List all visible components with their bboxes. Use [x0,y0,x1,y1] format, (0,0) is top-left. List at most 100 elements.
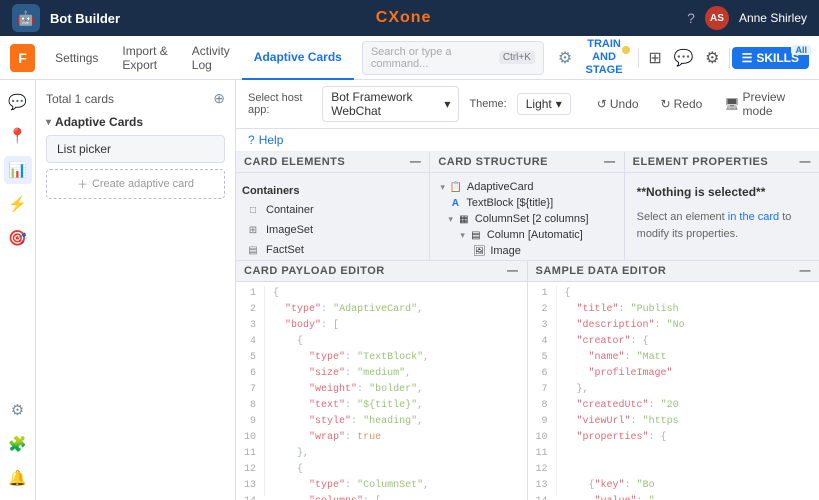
sidebar-puzzle-icon[interactable]: 🧩 [4,430,32,458]
bottom-editors: CARD PAYLOAD EDITOR — 12345 678910 11121… [236,260,819,500]
card-elements-body: Containers □ Container ⊞ ImageSet ▤ Fact… [236,173,429,260]
panel-total: Total 1 cards [46,92,114,106]
top-editors: CARD ELEMENTS — Containers □ Container ⊞… [236,152,819,260]
preview-mode-button[interactable]: 🖥 Preview mode [718,87,807,121]
sidebar-bell-icon[interactable]: 🔔 [4,464,32,492]
hamburger-icon: ☰ [742,51,753,65]
line-numbers: 12345 678910 1112131415 161718 [240,286,265,496]
card-elements-panel: CARD ELEMENTS — Containers □ Container ⊞… [236,152,430,260]
card-structure-header: CARD STRUCTURE — [430,152,623,173]
undo-icon: ↺ [597,97,607,111]
payload-code: { "type": "AdaptiveCard", "body": [ { "t… [265,286,522,496]
container-icon: □ [246,203,260,217]
top-bar-center: CXone [130,9,677,27]
divider2 [729,48,730,68]
sidebar-chat-icon[interactable]: 💬 [4,88,32,116]
content-toolbar: Select host app: Bot Framework WebChat ▾… [236,80,819,129]
adaptive-card-icon: 📋 [449,182,463,193]
grid-icon[interactable]: ⊞ [641,42,670,74]
sidebar-settings-icon[interactable]: ⚙ [4,396,32,424]
columnset-tree-icon: ▦ [457,214,471,225]
chevron-down-icon: ▾ [46,117,51,128]
panel-header: Total 1 cards ⊕ [46,90,225,107]
element-container[interactable]: □ Container [242,200,423,220]
skills-wrap: ☰ SKILLS All [732,47,809,69]
tree-column[interactable]: ▾ ▤ Column [Automatic] [436,227,617,243]
select-host-label: Select host app: [248,92,312,116]
nav-bar: F Settings Import &Export ActivityLog Ad… [0,36,819,80]
payload-collapse-icon[interactable]: — [507,265,519,277]
help-row[interactable]: ? Help [236,129,819,152]
card-structure-body: ▾ 📋 AdaptiveCard A TextBlock [${title}] … [430,173,623,260]
cards-panel: Total 1 cards ⊕ ▾ Adaptive Cards List pi… [36,80,236,500]
create-card-button[interactable]: ＋ Create adaptive card [46,169,225,199]
chat-icon[interactable]: 💬 [669,42,698,74]
nav-settings[interactable]: Settings [43,36,110,80]
left-sidebar: 💬 📍 📊 ⚡ 🎯 ⚙ 🧩 🔔 [0,80,36,500]
train-stage-btn[interactable]: ⚙ TRAIN AND STAGE [552,38,636,78]
tree-columnset[interactable]: ▾ ▦ ColumnSet [2 columns] [436,211,617,227]
theme-select[interactable]: Light ▾ [517,93,571,115]
cxone-logo: CXone [376,9,432,27]
user-name: Anne Shirley [739,11,807,25]
sample-line-numbers: 12345 678910 1112131415 161718 [532,286,557,496]
section-header[interactable]: ▾ Adaptive Cards [46,115,225,129]
sample-data-editor: SAMPLE DATA EDITOR — 12345 678910 111213… [528,261,819,500]
main-layout: 💬 📍 📊 ⚡ 🎯 ⚙ 🧩 🔔 Total 1 cards ⊕ ▾ Adapti… [0,80,819,500]
card-payload-editor: CARD PAYLOAD EDITOR — 12345 678910 11121… [236,261,528,500]
card-list-item[interactable]: List picker [46,135,225,163]
sidebar-location-icon[interactable]: 📍 [4,122,32,150]
nav-activity-log[interactable]: ActivityLog [180,36,242,80]
card-structure-panel: CARD STRUCTURE — ▾ 📋 AdaptiveCard A Text… [430,152,624,260]
element-properties-header: ELEMENT PROPERTIES — [625,152,819,173]
search-placeholder-text: Search or type a command... [371,46,493,70]
sidebar-chart-icon[interactable]: 📊 [4,156,32,184]
card-payload-header: CARD PAYLOAD EDITOR — [236,261,527,282]
keyboard-shortcut: Ctrl+K [499,51,535,64]
adaptive-cards-section: ▾ Adaptive Cards List picker ＋ Create ad… [46,115,225,199]
sample-collapse-icon[interactable]: — [800,265,812,277]
sample-data-body[interactable]: 12345 678910 1112131415 161718 { "title"… [528,282,819,500]
imageset-icon: ⊞ [246,223,260,237]
card-payload-body[interactable]: 12345 678910 1112131415 161718 { "type":… [236,282,527,500]
app-title: Bot Builder [50,11,120,26]
tree-image[interactable]: 🖼 Image [436,243,617,259]
props-collapse-icon[interactable]: — [799,156,811,168]
preview-icon: 🖥 [724,97,739,111]
theme-label: Theme: [469,98,506,110]
train-stage-text: TRAIN AND STAGE [578,38,630,78]
undo-button[interactable]: ↺ Undo [591,94,645,114]
column-tree-icon: ▤ [469,230,483,241]
containers-section-title: Containers [242,185,423,197]
favorite-icon[interactable]: F [10,44,35,72]
card-elements-header: CARD ELEMENTS — [236,152,429,173]
nav-adaptive-cards[interactable]: Adaptive Cards [242,36,354,80]
nav-import-export[interactable]: Import &Export [110,36,179,80]
nothing-selected-text: **Nothing is selected** [631,179,813,205]
help-icon[interactable]: ? [687,10,695,26]
structure-collapse-icon[interactable]: — [604,156,616,168]
properties-instructions: Select an element in the card to modify … [631,205,813,246]
sidebar-target-icon[interactable]: 🎯 [4,224,32,252]
tree-adaptive-card[interactable]: ▾ 📋 AdaptiveCard [436,179,617,195]
top-bar: 🤖 Bot Builder CXone ? AS Anne Shirley [0,0,819,36]
dropdown-chevron-icon: ▾ [444,97,450,111]
nav-search[interactable]: Search or type a command... Ctrl+K [362,41,544,75]
element-imageset[interactable]: ⊞ ImageSet [242,220,423,240]
theme-chevron-icon: ▾ [556,97,562,111]
gear-icon[interactable]: ⚙ [698,42,727,74]
element-factset[interactable]: ▤ FactSet [242,240,423,260]
robot-icon: ⚙ [558,48,572,68]
user-avatar[interactable]: AS [705,6,729,30]
sidebar-flow-icon[interactable]: ⚡ [4,190,32,218]
bot-icon: 🤖 [17,10,34,27]
tree-textblock[interactable]: A TextBlock [${title}] [436,195,617,211]
redo-icon: ↻ [661,97,671,111]
top-bar-right: ? AS Anne Shirley [687,6,807,30]
host-app-select[interactable]: Bot Framework WebChat ▾ [322,86,459,122]
app-logo: 🤖 [12,4,40,32]
tree-chevron-icon: ▾ [440,182,445,193]
redo-button[interactable]: ↻ Redo [655,94,709,114]
add-card-icon[interactable]: ⊕ [213,90,225,107]
collapse-icon[interactable]: — [410,156,422,168]
